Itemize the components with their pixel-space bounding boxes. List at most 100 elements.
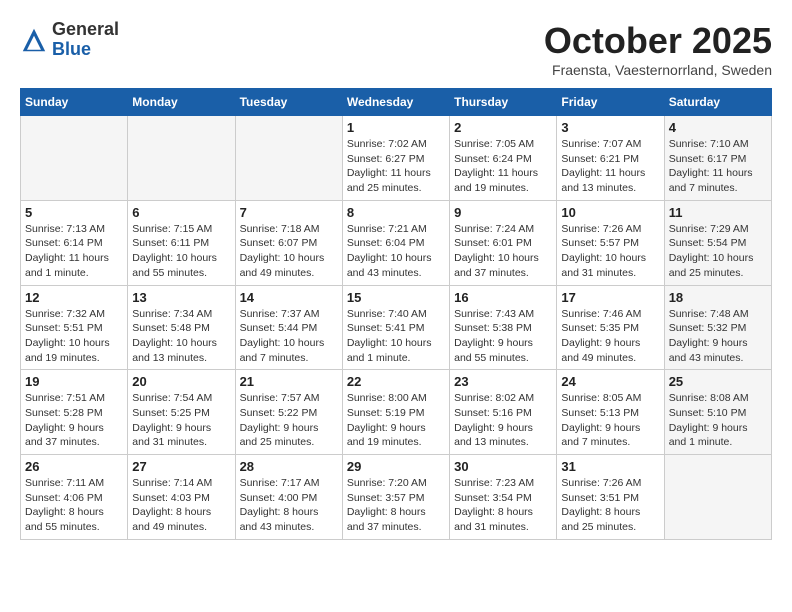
calendar-cell: 13Sunrise: 7:34 AM Sunset: 5:48 PM Dayli… xyxy=(128,285,235,370)
cell-info: Sunrise: 7:23 AM Sunset: 3:54 PM Dayligh… xyxy=(454,476,552,535)
day-number: 1 xyxy=(347,120,445,135)
calendar-cell: 12Sunrise: 7:32 AM Sunset: 5:51 PM Dayli… xyxy=(21,285,128,370)
day-number: 19 xyxy=(25,374,123,389)
cell-info: Sunrise: 7:24 AM Sunset: 6:01 PM Dayligh… xyxy=(454,222,552,281)
day-number: 16 xyxy=(454,290,552,305)
calendar-cell: 21Sunrise: 7:57 AM Sunset: 5:22 PM Dayli… xyxy=(235,370,342,455)
weekday-header-saturday: Saturday xyxy=(664,89,771,116)
calendar-week-row: 26Sunrise: 7:11 AM Sunset: 4:06 PM Dayli… xyxy=(21,455,772,540)
calendar-cell: 20 Sunrise: 7:54 AM Sunset: 5:25 PM Dayli… xyxy=(128,370,235,455)
calendar-body: 1Sunrise: 7:02 AM Sunset: 6:27 PM Daylig… xyxy=(21,116,772,540)
cell-info: Sunrise: 7:07 AM Sunset: 6:21 PM Dayligh… xyxy=(561,137,659,196)
calendar-cell: 17Sunrise: 7:46 AM Sunset: 5:35 PM Dayli… xyxy=(557,285,664,370)
weekday-header-thursday: Thursday xyxy=(450,89,557,116)
calendar-cell: 28 Sunrise: 7:17 AM Sunset: 4:00 PM Dayli… xyxy=(235,455,342,540)
cell-info: Sunrise: 8:02 AM Sunset: 5:16 PM Dayligh… xyxy=(454,391,552,450)
calendar-cell: 29 Sunrise: 7:20 AM Sunset: 3:57 PM Dayli… xyxy=(342,455,449,540)
cell-info: Sunrise: 8:00 AM Sunset: 5:19 PM Dayligh… xyxy=(347,391,445,450)
calendar-cell: 8 Sunrise: 7:21 AM Sunset: 6:04 PM Daylig… xyxy=(342,200,449,285)
cell-info: Sunrise: 7:54 AM Sunset: 5:25 PM Dayligh… xyxy=(132,391,230,450)
cell-info: Sunrise: 7:51 AM Sunset: 5:28 PM Dayligh… xyxy=(25,391,123,450)
day-number: 4 xyxy=(669,120,767,135)
day-number: 30 xyxy=(454,459,552,474)
cell-info: Sunrise: 7:29 AM Sunset: 5:54 PM Dayligh… xyxy=(669,222,767,281)
weekday-header-wednesday: Wednesday xyxy=(342,89,449,116)
cell-info: Sunrise: 7:48 AM Sunset: 5:32 PM Dayligh… xyxy=(669,307,767,366)
calendar-cell: 26Sunrise: 7:11 AM Sunset: 4:06 PM Dayli… xyxy=(21,455,128,540)
day-number: 5 xyxy=(25,205,123,220)
weekday-header-sunday: Sunday xyxy=(21,89,128,116)
calendar-cell: 5 Sunrise: 7:13 AM Sunset: 6:14 PM Daylig… xyxy=(21,200,128,285)
day-number: 24 xyxy=(561,374,659,389)
month-title: October 2025 xyxy=(544,20,772,62)
calendar-header: SundayMondayTuesdayWednesdayThursdayFrid… xyxy=(21,89,772,116)
day-number: 20 xyxy=(132,374,230,389)
calendar-cell: 2Sunrise: 7:05 AM Sunset: 6:24 PM Daylig… xyxy=(450,116,557,201)
calendar-cell: 31 Sunrise: 7:26 AM Sunset: 3:51 PM Dayli… xyxy=(557,455,664,540)
cell-info: Sunrise: 7:13 AM Sunset: 6:14 PM Dayligh… xyxy=(25,222,123,281)
cell-info: Sunrise: 7:37 AM Sunset: 5:44 PM Dayligh… xyxy=(240,307,338,366)
cell-info: Sunrise: 7:17 AM Sunset: 4:00 PM Dayligh… xyxy=(240,476,338,535)
day-number: 18 xyxy=(669,290,767,305)
page-header: General Blue October 2025 Fraensta, Vaes… xyxy=(20,20,772,78)
calendar-cell: 15Sunrise: 7:40 AM Sunset: 5:41 PM Dayli… xyxy=(342,285,449,370)
cell-info: Sunrise: 7:43 AM Sunset: 5:38 PM Dayligh… xyxy=(454,307,552,366)
logo-general-text: General xyxy=(52,19,119,39)
calendar-cell: 11Sunrise: 7:29 AM Sunset: 5:54 PM Dayli… xyxy=(664,200,771,285)
logo-text: General Blue xyxy=(52,20,119,60)
day-number: 26 xyxy=(25,459,123,474)
cell-info: Sunrise: 8:05 AM Sunset: 5:13 PM Dayligh… xyxy=(561,391,659,450)
logo-icon xyxy=(20,26,48,54)
day-number: 25 xyxy=(669,374,767,389)
cell-info: Sunrise: 7:21 AM Sunset: 6:04 PM Dayligh… xyxy=(347,222,445,281)
cell-info: Sunrise: 7:46 AM Sunset: 5:35 PM Dayligh… xyxy=(561,307,659,366)
weekday-header-row: SundayMondayTuesdayWednesdayThursdayFrid… xyxy=(21,89,772,116)
cell-info: Sunrise: 7:26 AM Sunset: 5:57 PM Dayligh… xyxy=(561,222,659,281)
cell-info: Sunrise: 7:10 AM Sunset: 6:17 PM Dayligh… xyxy=(669,137,767,196)
logo-blue-text: Blue xyxy=(52,39,91,59)
cell-info: Sunrise: 7:20 AM Sunset: 3:57 PM Dayligh… xyxy=(347,476,445,535)
calendar-cell: 18 Sunrise: 7:48 AM Sunset: 5:32 PM Dayli… xyxy=(664,285,771,370)
calendar-week-row: 19 Sunrise: 7:51 AM Sunset: 5:28 PM Dayli… xyxy=(21,370,772,455)
cell-info: Sunrise: 7:40 AM Sunset: 5:41 PM Dayligh… xyxy=(347,307,445,366)
calendar-cell: 16 Sunrise: 7:43 AM Sunset: 5:38 PM Dayli… xyxy=(450,285,557,370)
day-number: 7 xyxy=(240,205,338,220)
weekday-header-tuesday: Tuesday xyxy=(235,89,342,116)
calendar-cell: 9Sunrise: 7:24 AM Sunset: 6:01 PM Daylig… xyxy=(450,200,557,285)
cell-info: Sunrise: 7:57 AM Sunset: 5:22 PM Dayligh… xyxy=(240,391,338,450)
weekday-header-monday: Monday xyxy=(128,89,235,116)
day-number: 28 xyxy=(240,459,338,474)
calendar-cell: 1Sunrise: 7:02 AM Sunset: 6:27 PM Daylig… xyxy=(342,116,449,201)
calendar-cell xyxy=(128,116,235,201)
calendar-cell: 27 Sunrise: 7:14 AM Sunset: 4:03 PM Dayli… xyxy=(128,455,235,540)
calendar-cell: 25 Sunrise: 8:08 AM Sunset: 5:10 PM Dayli… xyxy=(664,370,771,455)
day-number: 8 xyxy=(347,205,445,220)
calendar-cell: 19 Sunrise: 7:51 AM Sunset: 5:28 PM Dayli… xyxy=(21,370,128,455)
day-number: 31 xyxy=(561,459,659,474)
logo: General Blue xyxy=(20,20,119,60)
calendar-cell: 14 Sunrise: 7:37 AM Sunset: 5:44 PM Dayli… xyxy=(235,285,342,370)
cell-info: Sunrise: 7:18 AM Sunset: 6:07 PM Dayligh… xyxy=(240,222,338,281)
cell-info: Sunrise: 7:26 AM Sunset: 3:51 PM Dayligh… xyxy=(561,476,659,535)
day-number: 10 xyxy=(561,205,659,220)
cell-info: Sunrise: 7:14 AM Sunset: 4:03 PM Dayligh… xyxy=(132,476,230,535)
cell-info: Sunrise: 7:34 AM Sunset: 5:48 PM Dayligh… xyxy=(132,307,230,366)
day-number: 14 xyxy=(240,290,338,305)
weekday-header-friday: Friday xyxy=(557,89,664,116)
calendar-cell xyxy=(664,455,771,540)
calendar-week-row: 1Sunrise: 7:02 AM Sunset: 6:27 PM Daylig… xyxy=(21,116,772,201)
cell-info: Sunrise: 7:05 AM Sunset: 6:24 PM Dayligh… xyxy=(454,137,552,196)
calendar-cell: 4 Sunrise: 7:10 AM Sunset: 6:17 PM Daylig… xyxy=(664,116,771,201)
day-number: 29 xyxy=(347,459,445,474)
calendar-cell: 23 Sunrise: 8:02 AM Sunset: 5:16 PM Dayli… xyxy=(450,370,557,455)
calendar-cell: 24 Sunrise: 8:05 AM Sunset: 5:13 PM Dayli… xyxy=(557,370,664,455)
day-number: 27 xyxy=(132,459,230,474)
cell-info: Sunrise: 7:32 AM Sunset: 5:51 PM Dayligh… xyxy=(25,307,123,366)
day-number: 3 xyxy=(561,120,659,135)
calendar-cell: 10 Sunrise: 7:26 AM Sunset: 5:57 PM Dayli… xyxy=(557,200,664,285)
day-number: 23 xyxy=(454,374,552,389)
calendar-cell: 30 Sunrise: 7:23 AM Sunset: 3:54 PM Dayli… xyxy=(450,455,557,540)
cell-info: Sunrise: 8:08 AM Sunset: 5:10 PM Dayligh… xyxy=(669,391,767,450)
location-subtitle: Fraensta, Vaesternorrland, Sweden xyxy=(544,62,772,78)
calendar-cell: 7 Sunrise: 7:18 AM Sunset: 6:07 PM Daylig… xyxy=(235,200,342,285)
